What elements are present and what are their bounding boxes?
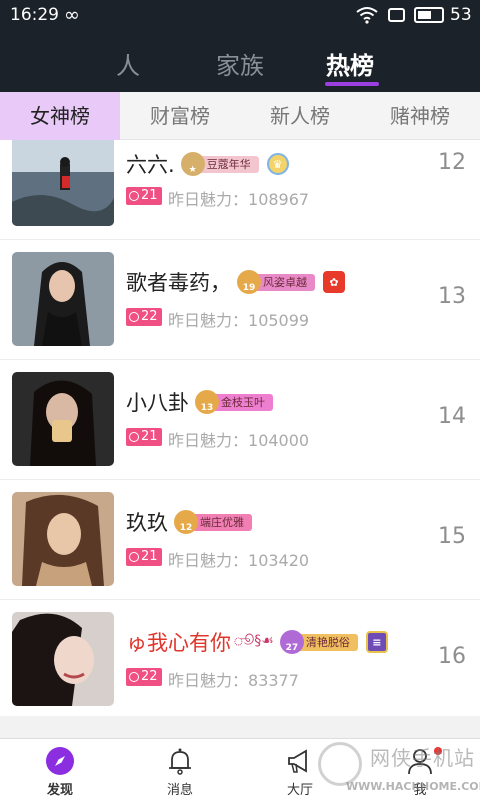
avatar[interactable] (12, 612, 114, 706)
list-item[interactable]: 小八卦 13 金枝玉叶 21 昨日魅力：104000 14 (0, 360, 480, 480)
tab-people[interactable]: 人 (116, 46, 140, 81)
username: 玖玖 (126, 511, 168, 535)
nav-messages[interactable]: 消息 (120, 739, 240, 800)
nav-label: 发现 (46, 783, 73, 798)
rank-number: 15 (438, 524, 466, 549)
diamond-badge-icon: 27 (279, 630, 304, 654)
wifi-icon (356, 7, 378, 24)
rank-number: 16 (438, 644, 466, 669)
nav-label: 消息 (166, 783, 193, 798)
key-icon (129, 432, 139, 442)
rose-icon: ✿ (323, 271, 345, 293)
status-bar: 16:29 ∞ 53 (0, 0, 480, 32)
nav-label: 我 (413, 783, 427, 798)
list-item[interactable]: 六六. ★ 豆蔻年华 ♛ 21 昨日魅力：108967 12 (0, 140, 480, 240)
rank-number: 14 (438, 404, 466, 429)
username: 六六. (126, 153, 175, 177)
username: 小八卦 (126, 391, 189, 415)
key-icon (129, 552, 139, 562)
crown-icon: ♛ (266, 153, 289, 175)
status-time: 16:29 (10, 5, 59, 25)
notification-dot (434, 747, 442, 755)
list-footer-gap (0, 716, 480, 738)
subtab-goddess[interactable]: 女神榜 (0, 92, 120, 140)
username: ゅ我心有你 (126, 631, 231, 655)
ranking-subtabs: 女神榜 财富榜 新人榜 赌神榜 (0, 92, 480, 140)
heart-badge-icon: 12 (174, 510, 198, 534)
person-icon (408, 749, 432, 775)
infinity-icon: ∞ (64, 4, 80, 26)
nav-hall[interactable]: 大厅 (240, 739, 360, 800)
nav-label: 大厅 (286, 783, 313, 798)
charm-stat: 昨日魅力：104000 (168, 431, 310, 450)
heart-badge-icon: 13 (195, 390, 219, 414)
title-badge: 12 端庄优雅 (174, 510, 252, 534)
list-item[interactable]: 玖玖 12 端庄优雅 21 昨日魅力：103420 15 (0, 480, 480, 600)
subtab-wealth[interactable]: 财富榜 (120, 92, 240, 140)
active-tab-indicator (325, 82, 379, 86)
name-line: ゅ我心有你 ூ§☙ 27 清艳脱俗 ≡ (126, 628, 388, 656)
avatar[interactable] (12, 492, 114, 586)
title-badge: 13 金枝玉叶 (195, 390, 273, 414)
avatar[interactable] (12, 372, 114, 466)
screen-cast-icon (388, 8, 405, 22)
title-badge: 27 清艳脱俗 (279, 630, 358, 654)
level-badge: 22 (126, 668, 162, 686)
subtab-newcomer[interactable]: 新人榜 (240, 92, 360, 140)
nav-discover[interactable]: 发现 (0, 739, 120, 800)
level-badge: 21 (126, 187, 162, 205)
battery-level: 53 (450, 5, 472, 25)
title-badge: ★ 豆蔻年华 (180, 152, 259, 176)
rank-number: 12 (438, 150, 466, 175)
charm-stat: 昨日魅力：108967 (168, 190, 310, 209)
heart-badge-icon: 19 (237, 270, 261, 294)
megaphone-icon (288, 749, 307, 773)
key-icon (129, 312, 139, 322)
level-badge: 22 (126, 308, 162, 326)
avatar[interactable] (12, 140, 114, 226)
tab-hot-list[interactable]: 热榜 (326, 46, 374, 81)
bell-icon (169, 748, 191, 775)
charm-stat: 昨日魅力：103420 (168, 551, 310, 570)
title-badge: 19 风姿卓越 (237, 270, 315, 294)
list-item[interactable]: 歌者毒药， 19 风姿卓越 ✿ 22 昨日魅力：105099 13 (0, 240, 480, 360)
top-nav: 人 家族 热榜 (0, 32, 480, 92)
subtab-gambler[interactable]: 赌神榜 (360, 92, 480, 140)
name-decoration: ூ§☙ (233, 633, 274, 649)
list-item[interactable]: ゅ我心有你 ூ§☙ 27 清艳脱俗 ≡ 22 昨日魅力：83377 16 (0, 600, 480, 716)
key-icon (129, 191, 139, 201)
bottom-nav: 发现 消息 大厅 我 (0, 738, 480, 800)
shield-icon: ≡ (365, 631, 388, 653)
name-line: 歌者毒药， 19 风姿卓越 ✿ (126, 268, 345, 296)
battery-icon (414, 7, 444, 23)
key-icon (129, 672, 139, 682)
charm-stat: 昨日魅力：83377 (168, 671, 299, 690)
rank-number: 13 (438, 284, 466, 309)
nav-me[interactable]: 我 (360, 739, 480, 800)
ranking-list: 六六. ★ 豆蔻年华 ♛ 21 昨日魅力：108967 12 歌者毒药， 19 … (0, 140, 480, 716)
level-badge: 21 (126, 428, 162, 446)
username: 歌者毒药， (126, 271, 231, 295)
star-icon: ★ (180, 152, 205, 176)
level-badge: 21 (126, 548, 162, 566)
tab-family[interactable]: 家族 (216, 46, 264, 81)
avatar[interactable] (12, 252, 114, 346)
compass-icon (46, 747, 74, 775)
charm-stat: 昨日魅力：105099 (168, 311, 310, 330)
name-line: 小八卦 13 金枝玉叶 (126, 388, 273, 416)
name-line: 玖玖 12 端庄优雅 (126, 508, 252, 536)
name-line: 六六. ★ 豆蔻年华 ♛ (126, 150, 289, 178)
